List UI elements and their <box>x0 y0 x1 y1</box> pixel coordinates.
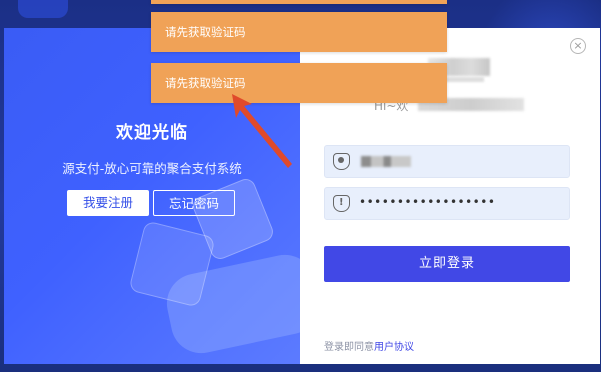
red-arrow-annotation <box>232 94 292 168</box>
username-redacted-value <box>361 156 411 167</box>
toast-edge <box>151 0 447 4</box>
lock-icon <box>333 195 350 212</box>
password-field[interactable]: •••••••••••••••••• <box>324 187 570 220</box>
register-button[interactable]: 我要注册 <box>67 190 149 216</box>
agreement-text: 登录即同意用户协议 <box>324 338 414 353</box>
user-agreement-link[interactable]: 用户协议 <box>374 342 414 353</box>
username-field[interactable] <box>324 145 570 178</box>
forgot-password-button[interactable]: 忘记密码 <box>153 190 235 216</box>
background-shape <box>18 0 68 18</box>
login-button[interactable]: 立即登录 <box>324 246 570 282</box>
user-icon <box>333 153 350 170</box>
password-value: •••••••••••••••••• <box>359 195 496 209</box>
agreement-prefix: 登录即同意 <box>324 342 374 353</box>
arrow-shape <box>232 94 292 168</box>
toast-message: 请先获取验证码 <box>151 12 447 52</box>
close-icon[interactable]: × <box>570 38 586 54</box>
